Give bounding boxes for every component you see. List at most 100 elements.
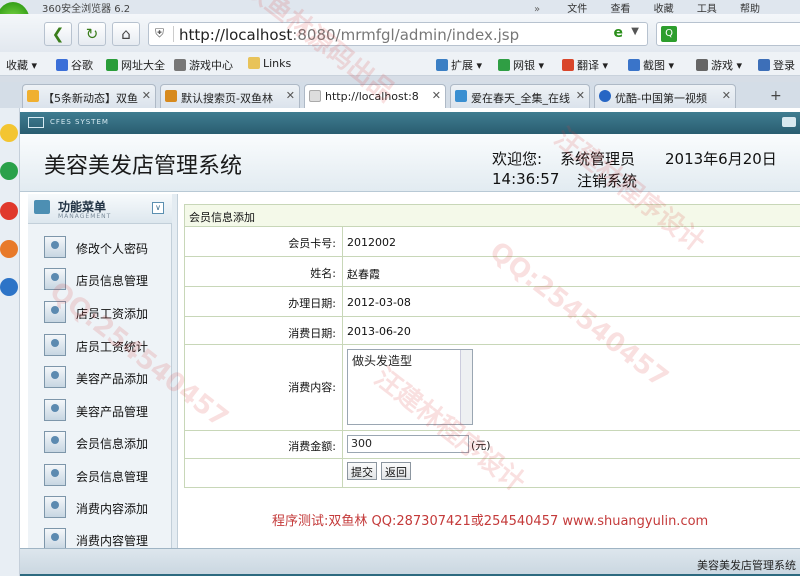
window-control-icon[interactable] [782, 117, 796, 127]
tab-weibo[interactable]: 【5条新动态】双鱼 ✕ [22, 84, 156, 108]
user-icon [44, 366, 66, 388]
screenshot-button[interactable]: 截图 ▾ [628, 57, 674, 73]
row-join-date: 办理日期: 2012-03-08 [185, 287, 800, 317]
game-button[interactable]: 游戏 ▾ [696, 57, 742, 73]
close-icon[interactable]: ✕ [722, 89, 731, 102]
monitor-icon [28, 117, 44, 128]
scrollbar[interactable] [460, 350, 472, 424]
extension-button[interactable]: 扩展 ▾ [436, 57, 482, 73]
form-title: 会员信息添加 [189, 211, 255, 224]
card-number-label: 会员卡号: [185, 227, 343, 256]
tab-localhost[interactable]: http://localhost:8 ✕ [304, 84, 446, 108]
menu-item-salary-add[interactable]: 店员工资添加 [28, 297, 172, 329]
status-text: 美容美发店管理系统 [697, 559, 796, 572]
menu-item-change-password[interactable]: 修改个人密码 [28, 232, 172, 264]
tab-youku[interactable]: 优酷-中国第一视频 ✕ [594, 84, 736, 108]
submit-button[interactable]: 提交 [347, 462, 377, 480]
user-icon [44, 496, 66, 518]
gamepad-icon [174, 59, 186, 71]
user-icon [44, 301, 66, 323]
row-amount: 消费金额: 300 (元) [185, 431, 800, 459]
menu-item-member-manage[interactable]: 会员信息管理 [28, 460, 172, 492]
search-input[interactable]: Q [656, 22, 800, 46]
menu-item-member-add[interactable]: 会员信息添加 [28, 427, 172, 459]
row-name: 姓名: 赵春霞 [185, 257, 800, 287]
bank-icon [498, 59, 510, 71]
user-icon [44, 431, 66, 453]
web-page: CFES SYSTEM 美容美发店管理系统 欢迎您: 系统管理员 2013年6月… [20, 108, 800, 576]
header-banner: 美容美发店管理系统 欢迎您: 系统管理员 2013年6月20日 14:36:57… [20, 134, 800, 192]
address-url: http://localhost:8080/mrmfgl/admin/index… [179, 26, 520, 44]
bookmark-games[interactable]: 游戏中心 [174, 57, 233, 73]
shield-icon: ⛨ [155, 26, 165, 40]
bookmark-sites[interactable]: 网址大全 [106, 57, 165, 73]
page-icon [309, 90, 321, 102]
menu-item-salary-stats[interactable]: 店员工资统计 [28, 330, 172, 362]
cloud-icon[interactable] [0, 278, 18, 296]
close-icon[interactable]: ✕ [142, 89, 151, 102]
name-value: 赵春霞 [347, 268, 380, 281]
bookmark-links[interactable]: Links [248, 57, 291, 70]
menu-item-product-manage[interactable]: 美容产品管理 [28, 395, 172, 427]
system-label: CFES SYSTEM [50, 118, 109, 126]
system-top-bar: CFES SYSTEM [20, 112, 800, 134]
address-bar[interactable]: ⛨ http://localhost:8080/mrmfgl/admin/ind… [148, 22, 648, 46]
browser-sidebar [0, 108, 20, 576]
close-icon[interactable]: ✕ [432, 89, 441, 102]
key-icon [758, 59, 770, 71]
menu-header: 功能菜单 MANAGEMENT ∨ [28, 194, 172, 224]
consume-content-textarea[interactable]: 做头发造型 [347, 349, 473, 425]
google-icon [56, 59, 68, 71]
menu-item-staff-manage[interactable]: 店员信息管理 [28, 264, 172, 296]
translate-icon [562, 59, 574, 71]
refresh-icon[interactable]: ↻ [78, 22, 106, 46]
amount-label: 消费金额: [185, 431, 343, 458]
bank-button[interactable]: 网银 ▾ [498, 57, 544, 73]
home-icon[interactable]: ⌂ [112, 22, 140, 46]
screenshot-icon [628, 59, 640, 71]
row-consume-content: 消费内容: 做头发造型 [185, 345, 800, 431]
new-tab-icon[interactable]: + [770, 88, 782, 104]
soku-icon [455, 90, 467, 102]
extension-icon [436, 59, 448, 71]
close-icon[interactable]: ✕ [286, 89, 295, 102]
back-arrow-icon[interactable]: ❮ [44, 22, 72, 46]
consume-content-label: 消费内容: [185, 345, 343, 430]
star-icon[interactable] [0, 124, 18, 142]
menu-item-product-add[interactable]: 美容产品添加 [28, 362, 172, 394]
search-engine-icon[interactable]: Q [661, 26, 677, 42]
translate-button[interactable]: 翻译 ▾ [562, 57, 608, 73]
tab-search[interactable]: 默认搜索页-双鱼林 ✕ [160, 84, 300, 108]
browser-app-title: 360安全浏览器 6.2 [42, 4, 131, 15]
collapse-icon[interactable]: ∨ [152, 202, 164, 214]
bookmark-google[interactable]: 谷歌 [56, 57, 93, 73]
menu-item-consume-add[interactable]: 消费内容添加 [28, 492, 172, 524]
close-icon[interactable]: ✕ [576, 89, 585, 102]
function-menu: 功能菜单 MANAGEMENT ∨ 修改个人密码 店员信息管理 店员工资添加 店… [28, 194, 172, 576]
current-time: 14:36:57 [492, 170, 560, 188]
user-icon [44, 268, 66, 290]
menu-splitter[interactable] [172, 194, 178, 576]
chevron-down-icon[interactable]: ▼ [631, 26, 639, 37]
login-button[interactable]: 登录 [758, 57, 795, 73]
status-bar: 美容美发店管理系统 [20, 548, 800, 576]
row-card-number: 会员卡号: 2012002 [185, 227, 800, 257]
back-button[interactable]: 返回 [381, 462, 411, 480]
globe-icon [106, 59, 118, 71]
user-icon [44, 236, 66, 258]
browser-titlebar: 360安全浏览器 6.2 » 文件 查看 收藏 工具 帮助 [0, 0, 800, 15]
weibo-icon[interactable] [0, 202, 18, 220]
amount-input[interactable]: 300 [347, 435, 469, 453]
search-site-icon [165, 90, 177, 102]
app-icon[interactable] [0, 240, 18, 258]
member-add-form: 会员信息添加 会员卡号: 2012002 姓名: 赵春霞 办理日期: 2012-… [184, 204, 800, 488]
chat-icon[interactable] [0, 162, 18, 180]
join-date-label: 办理日期: [185, 287, 343, 316]
tab-video[interactable]: 爱在春天_全集_在线 ✕ [450, 84, 590, 108]
form-header: 会员信息添加 [185, 205, 800, 227]
logout-link[interactable]: 注销系统 [577, 170, 637, 191]
compat-mode-icon[interactable]: e [614, 25, 624, 41]
bookmark-favorites[interactable]: 收藏 ▾ [6, 57, 37, 73]
consume-date-label: 消费日期: [185, 317, 343, 344]
consume-date-value: 2013-06-20 [347, 325, 411, 338]
